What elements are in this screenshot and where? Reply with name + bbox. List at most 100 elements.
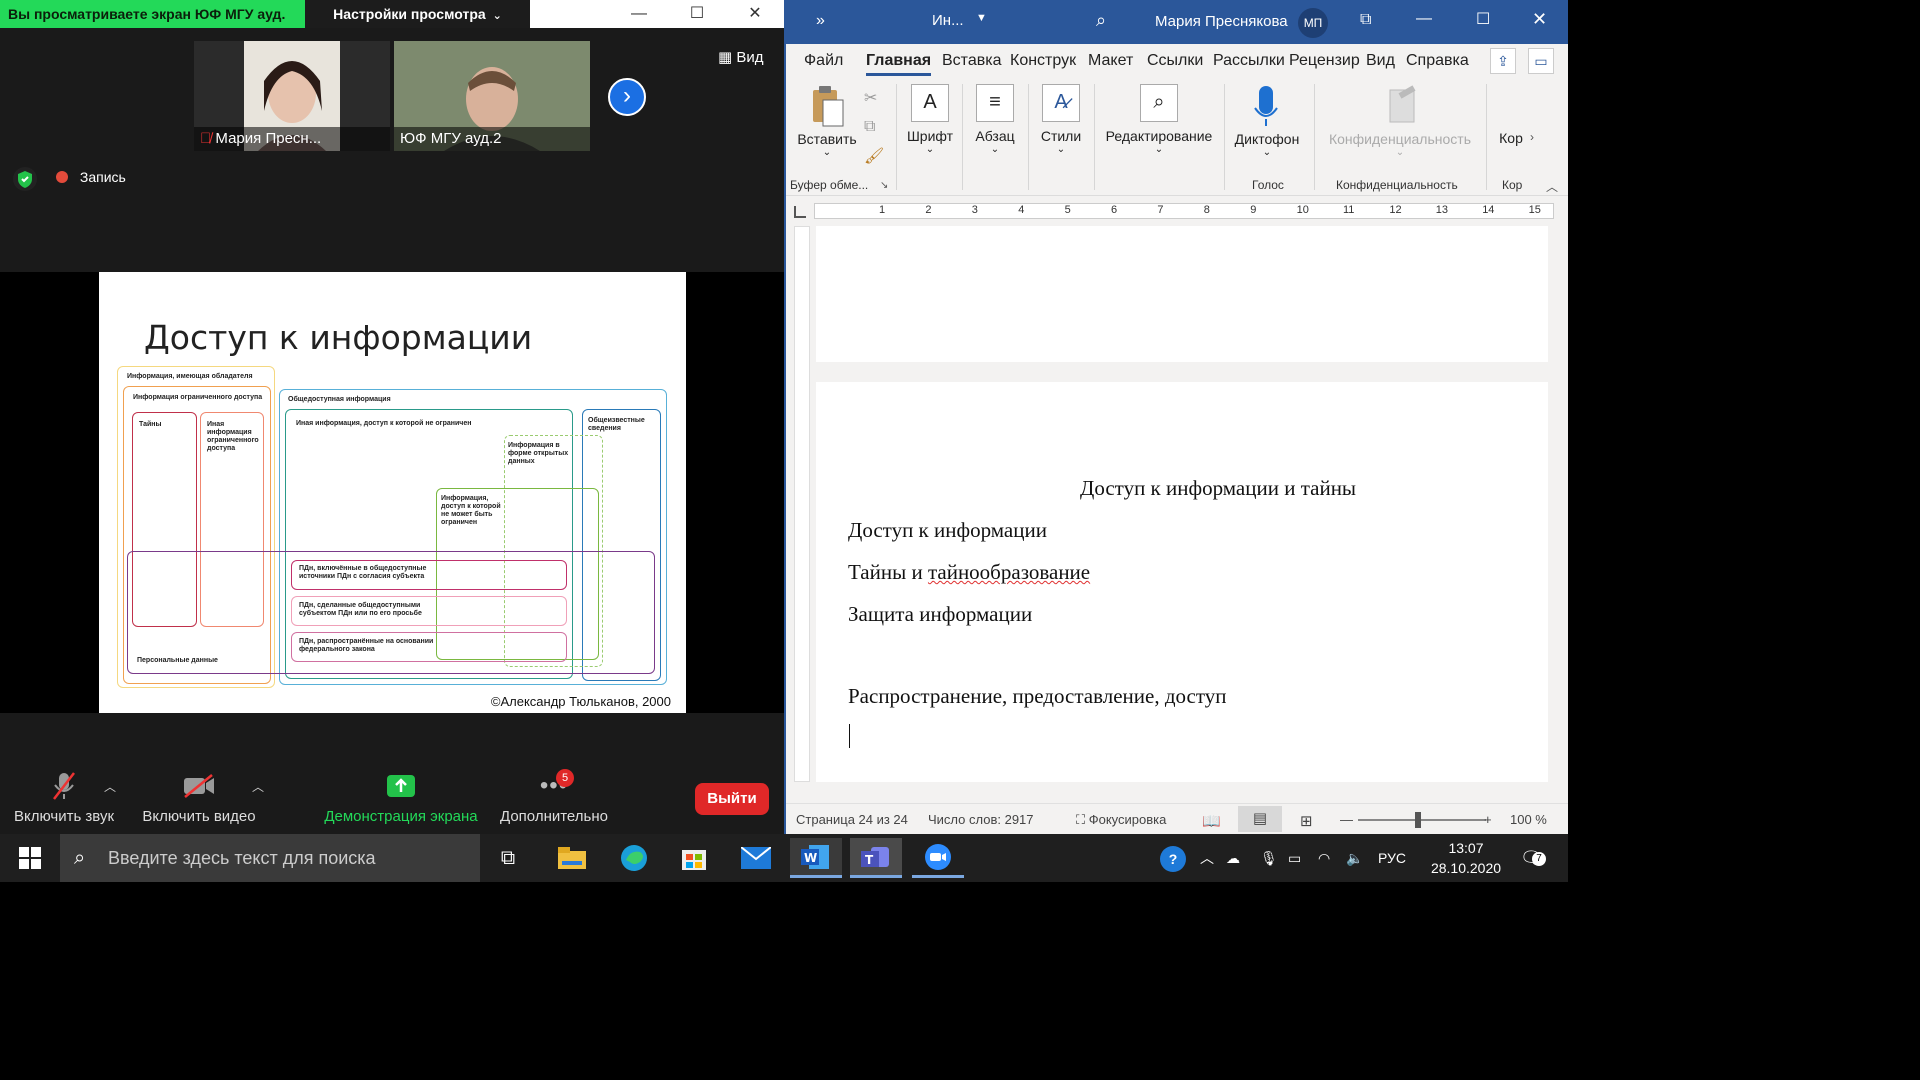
close-button[interactable]: ✕ [726, 0, 784, 28]
ruler-number: 6 [1111, 204, 1118, 216]
battery-icon[interactable]: ▭ [1288, 834, 1301, 882]
show-hidden-icons-icon[interactable]: ︿ [1200, 834, 1214, 882]
document-page[interactable]: Доступ к информации и тайны Доступ к инф… [816, 382, 1548, 782]
mail-icon[interactable] [730, 838, 782, 878]
leave-button[interactable]: Выйти [695, 783, 769, 815]
zoom-in-icon[interactable]: + [1484, 812, 1492, 827]
user-name[interactable]: Мария Преснякова [1155, 13, 1288, 30]
cor-button[interactable]: Кор [1494, 130, 1528, 146]
font-button[interactable]: A Шрифт ⌄ [902, 84, 958, 155]
next-page-icon[interactable]: › [608, 78, 646, 116]
ruler-bar[interactable]: 1 2 3 4 5 6 7 8 9 10 11 12 13 14 15 [814, 203, 1554, 219]
dialog-launcher-icon[interactable]: ↘ [880, 180, 888, 191]
document-title[interactable]: Ин... [932, 12, 964, 29]
notifications-button[interactable]: 🗨 7 [1520, 834, 1546, 883]
tab-review[interactable]: Рецензир [1289, 52, 1360, 70]
share-icon[interactable]: ⇪ [1490, 48, 1516, 74]
windows-icon [19, 847, 41, 869]
tab-mailings[interactable]: Рассылки [1213, 52, 1285, 70]
search-icon[interactable]: ⌕ [1096, 10, 1106, 31]
view-button[interactable]: ▦ Вид [718, 48, 764, 66]
paste-button[interactable]: Вставить ⌄ [794, 84, 860, 158]
styles-button[interactable]: A̷ Стили ⌄ [1034, 84, 1088, 155]
tab-insert[interactable]: Вставка [942, 52, 1001, 70]
title-dropdown-icon[interactable]: ▼ [976, 12, 987, 24]
ruler-number: 1 [879, 204, 886, 216]
divider [962, 84, 963, 190]
vertical-ruler[interactable] [794, 226, 810, 782]
clock[interactable]: 13:07 28.10.2020 [1424, 838, 1508, 878]
microphone-icon[interactable]: 🎙 [1260, 834, 1278, 882]
chevron-down-icon: ⌄ [489, 10, 502, 22]
input-language[interactable]: РУС [1378, 834, 1406, 882]
task-view-icon[interactable]: ⧉ [482, 838, 534, 878]
dictate-button[interactable]: Диктофон ⌄ [1230, 84, 1304, 158]
minimize-button[interactable]: — [1416, 10, 1432, 28]
tab-home[interactable]: Главная [866, 52, 932, 76]
participant-tile[interactable]: ЮФ МГУ ауд.2 [394, 41, 590, 151]
collapse-ribbon-icon[interactable]: ︿ [1546, 178, 1558, 195]
focus-mode-button[interactable]: ⛶ Фокусировка [1076, 812, 1166, 828]
tab-help[interactable]: Справка [1406, 52, 1469, 70]
format-painter-icon[interactable]: 🖌 [864, 146, 884, 166]
paragraph-button[interactable]: ≡ Абзац ⌄ [968, 84, 1022, 155]
volume-icon[interactable]: 🔈 [1346, 834, 1363, 882]
taskbar-search[interactable]: ⌕ Введите здесь текст для поиска [60, 834, 480, 882]
share-screen-button[interactable]: Демонстрация экрана [322, 770, 480, 825]
audio-options-chevron-icon[interactable]: ︿ [104, 778, 116, 795]
word-taskbar-icon[interactable]: W [790, 838, 842, 878]
read-mode-icon[interactable]: 📖 [1202, 812, 1221, 830]
sensitivity-button[interactable]: Конфиденциальность ⌄ [1320, 84, 1480, 158]
close-button[interactable]: ✕ [1532, 9, 1547, 30]
ribbon-display-icon[interactable]: ⧉ [1360, 11, 1371, 29]
start-button[interactable] [4, 838, 56, 878]
spelling-error[interactable]: тайнообразование [928, 560, 1090, 584]
tab-selector-icon[interactable] [794, 206, 806, 218]
help-icon[interactable]: ? [1160, 834, 1186, 882]
unmute-button[interactable]: Включить звук [12, 770, 116, 825]
tab-view[interactable]: Вид [1366, 52, 1395, 70]
editing-button[interactable]: ⌕ Редактирование ⌄ [1100, 84, 1218, 155]
zoom-app-icon[interactable] [912, 838, 964, 878]
print-layout-icon[interactable]: ▤ [1238, 806, 1282, 832]
avatar[interactable]: МП [1298, 8, 1328, 38]
pd1-label: ПДн, включённые в общедоступные источник… [299, 565, 427, 580]
view-settings-button[interactable]: Настройки просмотра ⌄ [305, 0, 530, 28]
store-icon[interactable] [668, 838, 720, 878]
file-explorer-icon[interactable] [546, 838, 598, 878]
cut-icon[interactable]: ✂ [864, 88, 877, 108]
zoom-slider-thumb[interactable] [1415, 812, 1421, 828]
wifi-icon[interactable]: ◠ [1318, 834, 1330, 882]
sensitivity-icon [1389, 85, 1416, 123]
maximize-button[interactable]: ☐ [668, 0, 726, 28]
tab-file[interactable]: Файл [804, 52, 843, 70]
onedrive-icon[interactable]: ☁ [1226, 834, 1240, 882]
web-layout-icon[interactable]: ⊞ [1300, 812, 1313, 830]
comments-icon[interactable]: ▭ [1528, 48, 1554, 74]
copy-icon[interactable]: ⧉ [864, 118, 875, 136]
tab-layout[interactable]: Макет [1088, 52, 1133, 70]
share-banner: Вы просматриваете экран ЮФ МГУ ауд. [0, 0, 305, 28]
zoom-level[interactable]: 100 % [1510, 812, 1547, 827]
more-button[interactable]: ••• Дополнительно [495, 770, 613, 825]
word-count[interactable]: Число слов: 2917 [928, 812, 1034, 827]
minimize-button[interactable]: — [610, 0, 668, 28]
slide-copyright: ©Александр Тюльканов, 2000 [490, 694, 671, 709]
start-video-button[interactable]: Включить видео [140, 770, 258, 825]
video-options-chevron-icon[interactable]: ︿ [252, 778, 264, 795]
participant-tile[interactable]: 🎙̸ Мария Пресн... [194, 41, 390, 151]
document-page[interactable] [816, 226, 1548, 362]
tab-references[interactable]: Ссылки [1147, 52, 1203, 70]
zoom-slider[interactable] [1358, 819, 1486, 821]
chevron-down-icon: ⌄ [822, 147, 832, 158]
teams-icon[interactable]: T [850, 838, 902, 878]
page-count[interactable]: Страница 24 из 24 [796, 812, 908, 827]
maximize-button[interactable]: ☐ [1476, 9, 1490, 29]
edge-icon[interactable] [608, 838, 660, 878]
security-shield-icon[interactable] [13, 167, 37, 191]
ribbon-scroll-right-icon[interactable]: › [1530, 130, 1534, 144]
zoom-out-icon[interactable]: — [1340, 812, 1353, 827]
quick-access-more-icon[interactable]: » [816, 12, 825, 30]
tab-design[interactable]: Конструк [1010, 52, 1076, 70]
grid-icon: ▦ [718, 49, 733, 66]
